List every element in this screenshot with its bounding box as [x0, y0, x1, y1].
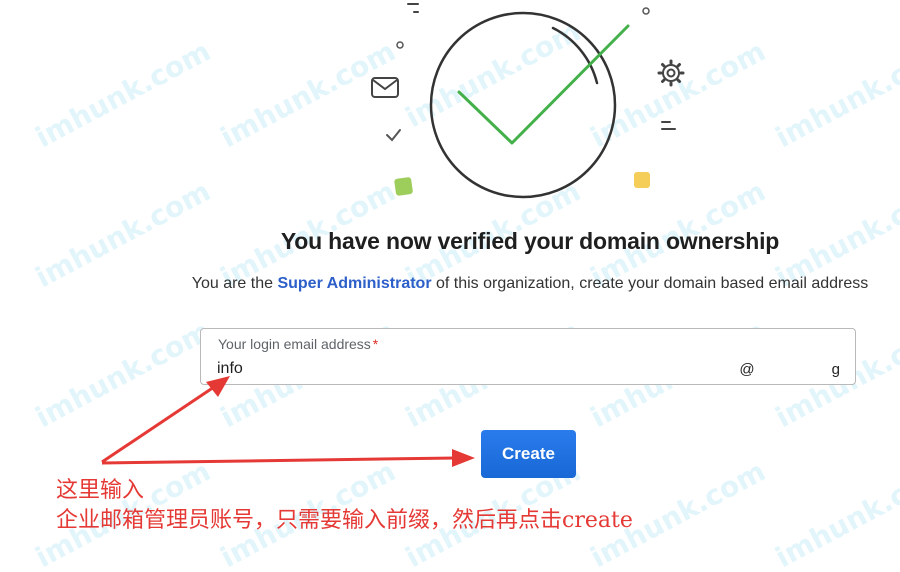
watermark: imhunk.com	[770, 454, 900, 572]
envelope-icon	[371, 77, 399, 98]
create-button[interactable]: Create	[481, 430, 576, 478]
login-email-field[interactable]: Your login email address* @g	[200, 328, 856, 385]
email-prefix-input[interactable]	[217, 357, 717, 381]
verified-illustration	[371, 3, 685, 199]
required-marker: *	[372, 336, 379, 352]
email-label-text: Your login email address	[218, 336, 371, 352]
annotation-line-1: 这里输入	[56, 478, 145, 503]
email-field-label: Your login email address *	[218, 336, 378, 352]
annotation-text: 这里输入 企业邮箱管理员账号，只需要输入前缀，然后再点击create	[56, 476, 633, 536]
arrow-to-create	[101, 449, 475, 467]
subtitle-prefix: You are the	[191, 275, 278, 292]
email-domain-suffix: @ g	[739, 361, 841, 378]
domain-end: g	[831, 361, 841, 378]
verification-page: imhunk.com imhunk.com imhunk.com imhunk.…	[0, 0, 900, 572]
domain-redaction	[755, 363, 832, 378]
watermark: imhunk.com	[30, 314, 216, 435]
gear-icon	[657, 59, 685, 87]
annotation-line-2: 企业邮箱管理员账号，只需要输入前缀，然后再点击create	[56, 508, 633, 533]
page-subtitle: You are the Super Administrator of this …	[0, 275, 900, 293]
domain-start: @	[739, 361, 756, 378]
arrow-to-input	[101, 376, 230, 464]
subtitle-suffix: of this organization, create your domain…	[431, 275, 869, 292]
page-title: You have now verified your domain owners…	[280, 228, 780, 254]
role-highlight: Super Administrator	[277, 275, 432, 292]
